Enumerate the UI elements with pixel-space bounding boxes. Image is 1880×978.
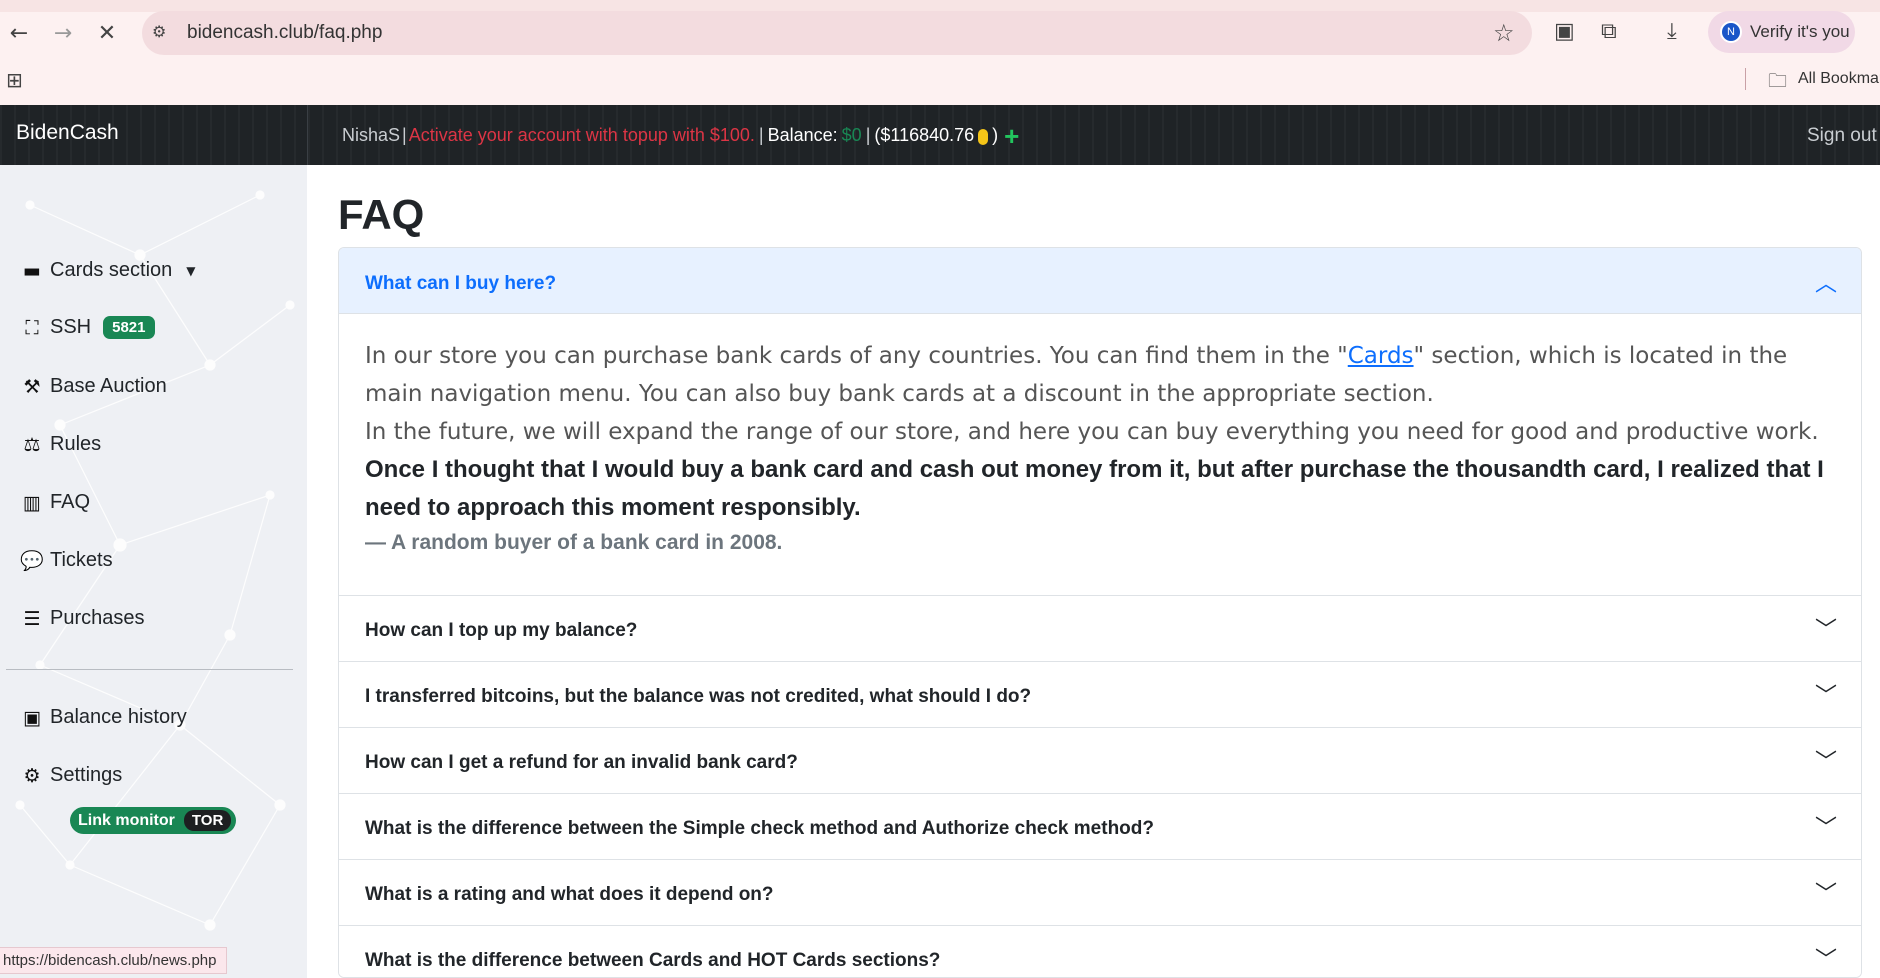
faq-question: What is a rating and what does it depend… [365,884,774,905]
sidebar-item-base-auction[interactable]: ⚒ Base Auction [20,375,167,398]
brand-logo-text[interactable]: BidenCash [16,121,119,145]
link-monitor-button[interactable]: Link monitor TOR [70,807,237,834]
sidebar-item-rules[interactable]: ⚖ Rules [20,433,101,456]
money-bill-icon: ▣ [23,706,41,729]
usd-equivalent: ($116840.76 [874,125,975,145]
page-title: FAQ [338,191,425,238]
topup-plus-icon[interactable]: + [1004,123,1019,149]
answer-text: In our store you can purchase bank cards… [365,343,1348,369]
bitcoin-icon [978,128,989,145]
answer-paragraph: In our store you can purchase bank cards… [365,337,1825,413]
balance-label: Balance: [767,125,838,145]
faq-question: What is the difference between Cards and… [365,950,941,971]
comments-icon: 💬 [20,550,44,572]
balance-value: $0 [841,125,862,145]
activate-account-link[interactable]: Activate your account with topup with $1… [409,125,755,146]
faq-item[interactable]: What is the difference between the Simpl… [339,793,1861,859]
status-bar-url: https://bidencash.club/news.php [0,947,228,974]
faq-question: How can I top up my balance? [365,620,638,641]
sidebar-item-label: FAQ [50,491,91,513]
gear-icon: ⚙ [23,764,41,787]
chevron-down-icon: ﹀ [1814,750,1837,775]
chevron-down-icon: ﹀ [1814,684,1837,709]
sidebar-item-label: Cards section [50,259,173,281]
map-icon: ▥ [23,491,41,514]
folder-icon[interactable]: 🗀 [1768,67,1787,99]
usd-close: ) [992,125,999,145]
rules-icon: ⚖ [23,433,41,456]
faq-item[interactable]: What is a rating and what does it depend… [339,859,1861,925]
sidebar-item-label: Settings [50,764,123,786]
bookmark-star-icon[interactable]: ☆ [1493,19,1515,47]
sidebar-item-faq[interactable]: ▥ FAQ [20,491,90,514]
faq-question: How can I get a refund for an invalid ba… [365,752,798,773]
blockquote: Once I thought that I would buy a bank c… [365,456,1824,521]
blockquote-footer: — A random buyer of a bank card in 2008. [365,531,783,554]
back-icon[interactable]: ← [4,18,34,48]
sidebar-item-label: Tickets [50,549,113,571]
faq-question: I transferred bitcoins, but the balance … [365,686,1032,707]
faq-accordion: What can I buy here? ︿ In our store you … [338,247,1862,978]
apps-grid-icon[interactable]: ⊞ [6,68,23,92]
extensions-puzzle-icon[interactable]: ⧉ [1601,19,1617,44]
faq-item[interactable]: How can I top up my balance? ﹀ [339,595,1861,661]
faq-answer: In our store you can purchase bank cards… [365,337,1825,559]
gavel-icon: ⚒ [23,375,41,398]
sidebar-divider [6,669,293,670]
separator: | [865,125,871,145]
sidebar-item-label: SSH [50,316,92,338]
stop-loading-icon[interactable]: ✕ [92,18,122,48]
chevron-down-icon: ﹀ [1814,948,1837,973]
chevron-down-icon: ﹀ [1814,618,1837,643]
link-monitor-label: Link monitor [78,811,175,829]
faq-item[interactable]: What is the difference between Cards and… [339,925,1861,977]
navbar-divider [307,105,308,165]
sidebar-item-label: Purchases [50,607,145,629]
sidebar-item-balance-history[interactable]: ▣ Balance history [20,706,187,729]
all-bookmarks-link[interactable]: All Bookmar [1798,70,1880,88]
username: NishaS [342,125,401,145]
tor-badge: TOR [183,810,232,831]
faq-question: What can I buy here? [365,273,557,294]
bookmark-divider [1745,68,1746,90]
network-icon: ⛶ [25,316,39,339]
sidebar-item-label: Rules [50,433,102,455]
chevron-down-icon: ﹀ [1814,816,1837,841]
download-icon[interactable]: ⤓ [1667,19,1677,44]
faq-item-header-open[interactable]: What can I buy here? ︿ [339,248,1861,314]
faq-item[interactable]: I transferred bitcoins, but the balance … [339,661,1861,727]
verify-label: Verify it's you [1750,22,1850,41]
faq-question: What is the difference between the Simpl… [365,818,1154,839]
separator: | [402,125,407,145]
site-settings-icon[interactable]: ⚙ [152,22,172,42]
cards-link[interactable]: Cards [1348,343,1414,369]
sidebar-item-label: Base Auction [50,375,167,397]
verify-profile-button[interactable]: N Verify it's you [1708,11,1855,53]
chevron-up-icon: ︿ [1814,272,1837,297]
sign-out-link[interactable]: Sign out [1807,125,1877,147]
sidebar-item-settings[interactable]: ⚙ Settings [20,764,122,787]
sidebar-item-ssh[interactable]: ⛶ SSH 5821 [20,316,155,339]
faq-item[interactable]: How can I get a refund for an invalid ba… [339,727,1861,793]
list-icon: ☰ [23,607,41,630]
answer-paragraph: In the future, we will expand the range … [365,419,1819,445]
separator: | [758,125,764,145]
caret-down-icon: ▼ [186,263,196,278]
chevron-down-icon: ﹀ [1814,882,1837,907]
sidebar-item-tickets[interactable]: 💬 Tickets [20,549,113,572]
credit-card-icon: ▬ [23,259,41,282]
url-text[interactable]: bidencash.club/faq.php [187,22,382,44]
sidebar-item-cards-section[interactable]: ▬ Cards section ▼ [20,259,196,282]
sidebar-item-label: Balance history [50,706,187,728]
extension-badge-icon[interactable]: ▣ [1554,19,1575,44]
ssh-count-badge: 5821 [103,316,155,339]
account-status-line: NishaS | Activate your account with topu… [342,123,1019,149]
sidebar-item-purchases[interactable]: ☰ Purchases [20,607,145,630]
profile-avatar: N [1720,21,1742,43]
forward-icon[interactable]: → [48,18,78,48]
